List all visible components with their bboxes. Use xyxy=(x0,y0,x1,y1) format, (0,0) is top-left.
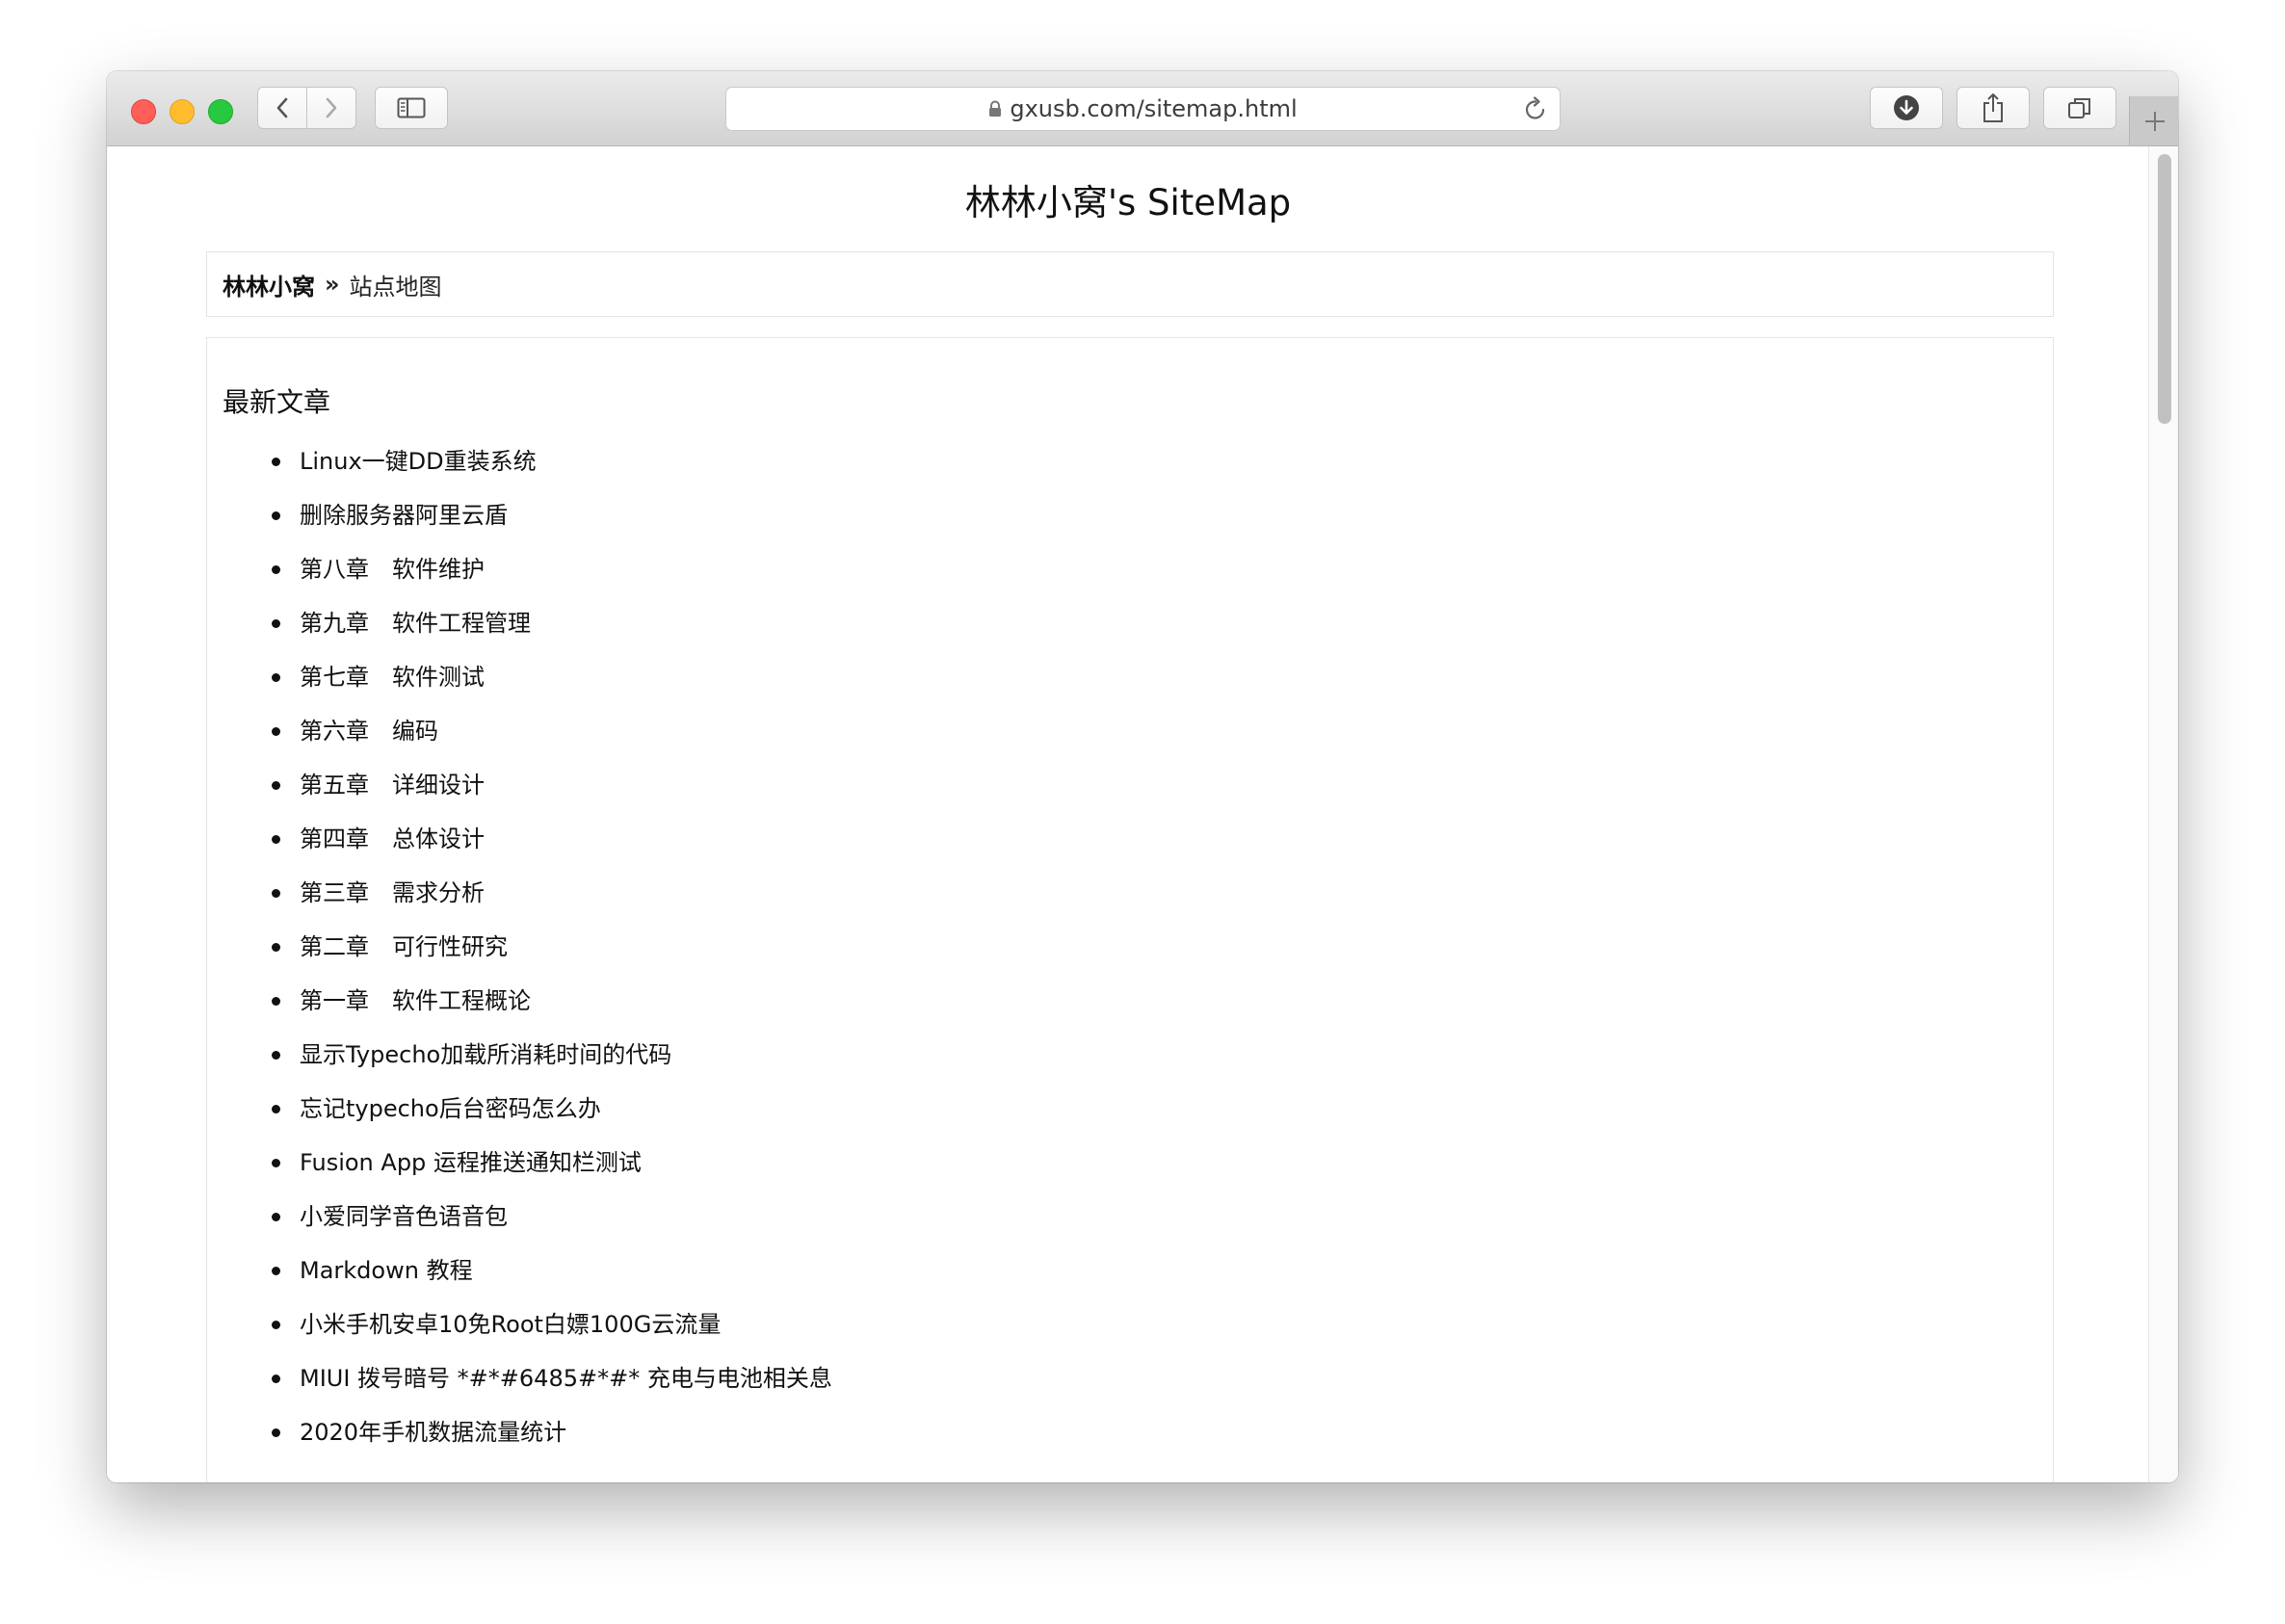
list-item: 第六章 编码 xyxy=(207,712,832,766)
list-item: Markdown 教程 xyxy=(207,1251,832,1305)
breadcrumb-home-link[interactable]: 林林小窝 xyxy=(223,268,315,301)
chevron-left-icon xyxy=(276,97,288,118)
scrollbar-thumb[interactable] xyxy=(2158,154,2171,424)
article-link[interactable]: 第六章 编码 xyxy=(300,718,438,745)
sitemap-content: 最新文章 Linux一键DD重装系统 删除服务器阿里云盾 第八章 软件维护 第九… xyxy=(206,337,2054,1482)
page-viewport: 林林小窝's SiteMap 林林小窝 » 站点地图 最新文章 Linux一键D… xyxy=(107,146,2178,1482)
list-item: Fusion App 运程推送通知栏测试 xyxy=(207,1143,832,1197)
list-item: 小米手机安卓10免Root白嫖100G云流量 xyxy=(207,1305,832,1359)
breadcrumb-separator: » xyxy=(325,271,340,298)
article-link[interactable]: 第五章 详细设计 xyxy=(300,772,485,799)
maximize-window-button[interactable] xyxy=(208,99,233,124)
list-item: MIUI 拨号暗号 *#*#6485#*#* 充电与电池相关息 xyxy=(207,1359,832,1413)
reload-button[interactable] xyxy=(1523,95,1548,128)
list-item: 忘记typecho后台密码怎么办 xyxy=(207,1089,832,1143)
navigation-buttons xyxy=(257,87,356,129)
share-icon xyxy=(1983,93,2003,122)
chevron-right-icon xyxy=(326,97,337,118)
article-link[interactable]: 显示Typecho加载所消耗时间的代码 xyxy=(300,1041,671,1068)
article-link[interactable]: 忘记typecho后台密码怎么办 xyxy=(300,1095,601,1122)
list-item: 第一章 软件工程概论 xyxy=(207,982,832,1035)
list-item: 显示Typecho加载所消耗时间的代码 xyxy=(207,1035,832,1089)
minimize-window-button[interactable] xyxy=(170,99,195,124)
list-item: Linux一键DD重装系统 xyxy=(207,442,832,496)
plus-icon xyxy=(2144,111,2165,131)
url-text: gxusb.com/sitemap.html xyxy=(1010,95,1298,122)
back-button[interactable] xyxy=(258,88,306,128)
article-link[interactable]: Fusion App 运程推送通知栏测试 xyxy=(300,1149,642,1176)
breadcrumb: 林林小窝 » 站点地图 xyxy=(206,251,2054,317)
list-item: 小爱同学音色语音包 xyxy=(207,1197,832,1251)
reload-icon xyxy=(1525,96,1545,119)
list-item: 第三章 需求分析 xyxy=(207,874,832,928)
new-tab-button[interactable] xyxy=(2129,96,2178,145)
sidebar-toggle-button[interactable] xyxy=(375,87,448,129)
sidebar-icon xyxy=(397,97,426,118)
list-item: 第七章 软件测试 xyxy=(207,658,832,712)
list-item: 第四章 总体设计 xyxy=(207,820,832,874)
article-link[interactable]: MIUI 拨号暗号 *#*#6485#*#* 充电与电池相关息 xyxy=(300,1365,832,1392)
list-item: 第八章 软件维护 xyxy=(207,550,832,604)
close-window-button[interactable] xyxy=(131,99,156,124)
page-title: 林林小窝's SiteMap xyxy=(964,182,1292,223)
article-link[interactable]: 第七章 软件测试 xyxy=(300,664,485,691)
article-link[interactable]: 小米手机安卓10免Root白嫖100G云流量 xyxy=(300,1311,721,1338)
downloads-button[interactable] xyxy=(1870,87,1943,129)
list-item: 2020年手机数据流量统计 xyxy=(207,1413,832,1467)
browser-toolbar: gxusb.com/sitemap.html xyxy=(107,71,2178,146)
list-item: 第二章 可行性研究 xyxy=(207,928,832,982)
list-item: 第五章 详细设计 xyxy=(207,766,832,820)
lock-icon xyxy=(988,100,1002,118)
tab-overview-button[interactable] xyxy=(2043,87,2116,129)
address-bar[interactable]: gxusb.com/sitemap.html xyxy=(725,87,1561,131)
article-link[interactable]: Markdown 教程 xyxy=(300,1257,473,1284)
article-link[interactable]: 第一章 软件工程概论 xyxy=(300,987,531,1014)
section-heading: 最新文章 xyxy=(223,386,331,418)
breadcrumb-current: 站点地图 xyxy=(349,273,442,301)
scrollbar[interactable] xyxy=(2148,146,2178,1482)
article-link[interactable]: Linux一键DD重装系统 xyxy=(300,448,537,475)
article-link[interactable]: 第二章 可行性研究 xyxy=(300,933,508,960)
article-link[interactable]: 第三章 需求分析 xyxy=(300,879,485,906)
list-item: 第九章 软件工程管理 xyxy=(207,604,832,658)
list-item: 删除服务器阿里云盾 xyxy=(207,496,832,550)
share-button[interactable] xyxy=(1957,87,2030,129)
article-link[interactable]: 第四章 总体设计 xyxy=(300,825,485,852)
article-link[interactable]: 删除服务器阿里云盾 xyxy=(300,502,508,529)
forward-button[interactable] xyxy=(306,88,355,128)
article-link[interactable]: 小爱同学音色语音包 xyxy=(300,1203,508,1230)
article-link[interactable]: 第九章 软件工程管理 xyxy=(300,610,531,637)
article-list: Linux一键DD重装系统 删除服务器阿里云盾 第八章 软件维护 第九章 软件工… xyxy=(207,442,832,1467)
browser-window: gxusb.com/sitemap.html 林林小窝's SiteMap 林林… xyxy=(107,71,2178,1482)
article-link[interactable]: 2020年手机数据流量统计 xyxy=(300,1419,566,1446)
article-link[interactable]: 第八章 软件维护 xyxy=(300,556,485,583)
tabs-overview-icon xyxy=(2068,98,2090,118)
download-icon xyxy=(1894,95,1919,120)
